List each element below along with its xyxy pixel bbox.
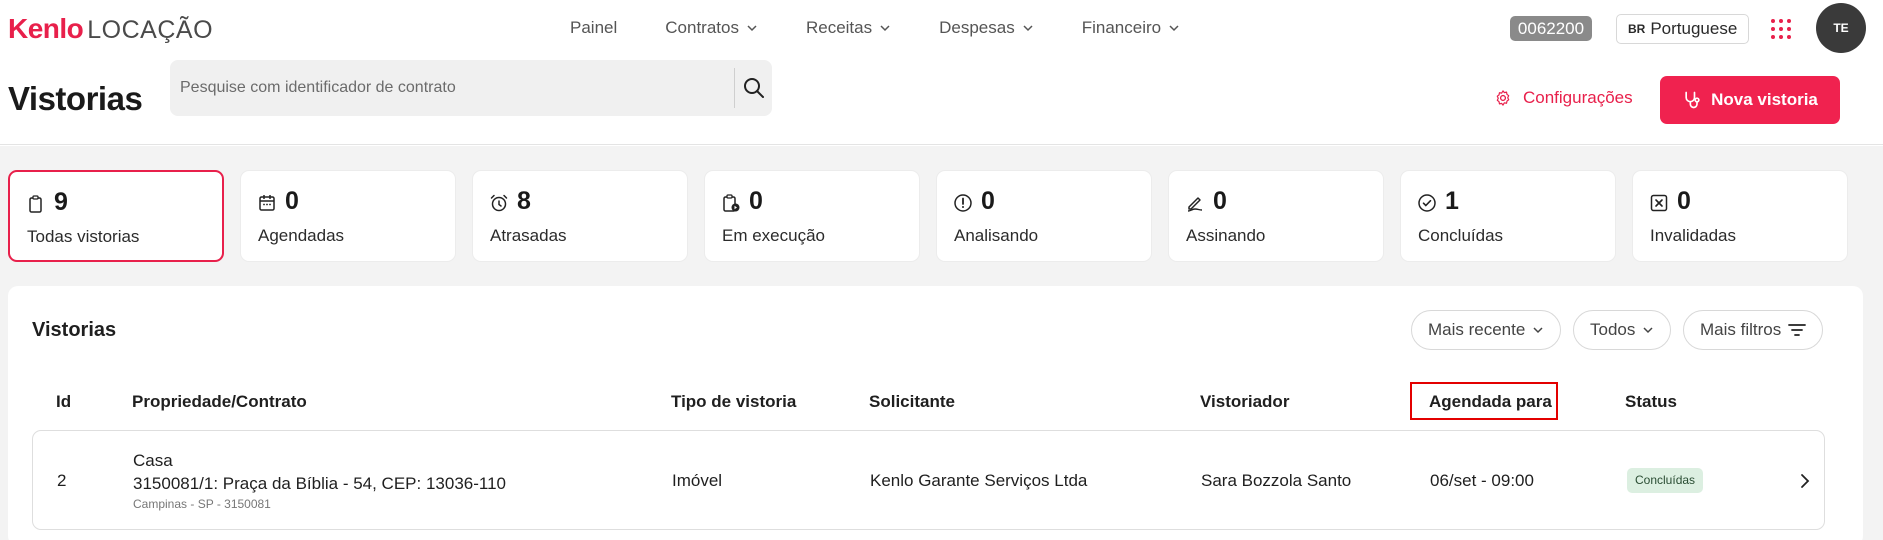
calendar-icon	[259, 195, 275, 211]
stethoscope-icon	[1685, 91, 1700, 109]
stat-count: 9	[54, 188, 68, 216]
row-contract: 3150081/1: Praça da Bíblia - 54, CEP: 13…	[133, 474, 506, 493]
table-row[interactable]: 2 Casa 3150081/1: Praça da Bíblia - 54, …	[32, 430, 1825, 530]
row-requester: Kenlo Garante Serviços Ltda	[870, 471, 1088, 490]
stat-card-todas[interactable]: 9 Todas vistorias	[8, 170, 224, 262]
stat-count: 1	[1445, 187, 1459, 215]
column-header-requester[interactable]: Solicitante	[869, 392, 955, 412]
column-header-id[interactable]: Id	[56, 392, 71, 412]
new-inspection-label: Nova vistoria	[1711, 90, 1818, 109]
nav-item-label: Receitas	[805, 18, 873, 37]
signature-pen-icon	[1187, 197, 1203, 212]
nav-item-financeiro[interactable]: Financeiro	[1082, 18, 1180, 38]
more-filters-button[interactable]: Mais filtros	[1683, 310, 1824, 350]
stat-label: Agendadas	[258, 226, 345, 245]
chevron-down-icon	[1533, 327, 1543, 334]
stat-count: 0	[1677, 187, 1691, 215]
row-id: 2	[57, 471, 67, 490]
stat-label: Analisando	[954, 226, 1039, 245]
kenlo-logo[interactable]: Kenlo LOCAÇÃO	[8, 13, 213, 45]
alarm-clock-icon	[490, 194, 508, 212]
stat-card-assinando[interactable]: 0 Assinando	[1168, 170, 1384, 262]
x-square-icon	[1650, 194, 1668, 212]
stat-label: Atrasadas	[490, 226, 567, 245]
avatar[interactable]: TE	[1816, 3, 1866, 53]
stat-card-em-execucao[interactable]: 0 Em execução	[704, 170, 920, 262]
chevron-down-icon	[747, 25, 757, 32]
nav-item-label: Financeiro	[1081, 18, 1162, 37]
stat-count: 0	[1213, 187, 1227, 215]
language-label: Portuguese	[1650, 19, 1738, 38]
chevron-down-icon	[1169, 25, 1179, 32]
stat-card-concluidas[interactable]: 1 Concluídas	[1400, 170, 1616, 262]
logo-product: LOCAÇÃO	[87, 16, 214, 44]
search-input[interactable]	[180, 60, 740, 116]
search-divider	[734, 68, 735, 108]
logo-brand: Kenlo	[8, 13, 84, 44]
row-property-type: Casa	[133, 451, 173, 470]
main-content: 9 Todas vistorias 0 Agendadas 8 Atrasada…	[0, 146, 1883, 540]
clipboard-icon	[29, 195, 42, 213]
stat-count: 0	[749, 187, 763, 215]
nav-item-painel[interactable]: Painel	[570, 18, 617, 38]
stat-card-invalidadas[interactable]: 0 Invalidadas	[1632, 170, 1848, 262]
account-id-badge: 0062200	[1510, 16, 1592, 41]
flag-icon: BR	[1628, 22, 1646, 36]
more-filters-label: Mais filtros	[1700, 320, 1782, 339]
chevron-down-icon	[1023, 25, 1033, 32]
column-header-property[interactable]: Propriedade/Contrato	[132, 392, 307, 412]
stat-label: Invalidadas	[1650, 226, 1737, 245]
gear-icon	[1496, 90, 1510, 106]
stat-card-atrasadas[interactable]: 8 Atrasadas	[472, 170, 688, 262]
nav-item-label: Contratos	[665, 18, 739, 37]
stat-card-analisando[interactable]: 0 Analisando	[936, 170, 1152, 262]
nav-item-label: Painel	[570, 18, 618, 37]
stat-label: Em execução	[722, 226, 825, 245]
stat-count: 0	[285, 187, 299, 215]
search-icon[interactable]	[742, 76, 766, 100]
chevron-right-icon[interactable]	[1795, 471, 1815, 491]
nav-item-label: Despesas	[939, 18, 1015, 37]
search-bar	[170, 60, 772, 116]
stat-label: Assinando	[1186, 226, 1266, 245]
nav-item-receitas[interactable]: Receitas	[806, 18, 891, 38]
settings-label: Configurações	[1523, 88, 1633, 107]
sort-dropdown[interactable]: Mais recente	[1411, 310, 1562, 350]
row-scheduled-for: 06/set - 09:00	[1430, 471, 1534, 490]
chevron-down-icon	[880, 25, 890, 32]
scope-dropdown[interactable]: Todos	[1573, 310, 1672, 350]
scope-label: Todos	[1590, 320, 1636, 339]
main-nav: Painel Contratos Receitas Despesas Finan…	[570, 18, 1228, 38]
column-header-inspector[interactable]: Vistoriador	[1200, 392, 1289, 412]
nav-item-contratos[interactable]: Contratos	[665, 18, 758, 38]
panel-title: Vistorias	[32, 319, 117, 341]
row-inspector: Sara Bozzola Santo	[1201, 471, 1352, 490]
check-circle-icon	[1418, 194, 1436, 212]
row-inspection-type: Imóvel	[672, 471, 723, 490]
page-title: Vistorias	[8, 80, 143, 117]
stat-label: Concluídas	[1418, 226, 1504, 245]
filter-icon	[1788, 324, 1807, 336]
inspections-panel: Vistorias Mais recente Todos Mais filtro…	[8, 286, 1863, 540]
apps-grid-icon[interactable]	[1771, 19, 1791, 39]
stat-count: 0	[981, 187, 995, 215]
nav-item-despesas[interactable]: Despesas	[939, 18, 1034, 38]
scheduled-header-highlight	[1410, 382, 1558, 420]
stat-card-agendadas[interactable]: 0 Agendadas	[240, 170, 456, 262]
column-header-type[interactable]: Tipo de vistoria	[671, 392, 796, 412]
stat-count: 8	[517, 187, 531, 215]
alert-circle-icon	[954, 194, 972, 212]
settings-link[interactable]: Configurações	[1494, 88, 1633, 108]
stat-label: Todas vistorias	[27, 227, 140, 246]
language-selector[interactable]: BR Portuguese	[1616, 14, 1750, 44]
top-header: Kenlo LOCAÇÃO Painel Contratos Receitas …	[0, 0, 1883, 145]
clipboard-play-icon	[723, 194, 740, 212]
sort-label: Mais recente	[1428, 320, 1526, 339]
status-badge: Concluídas	[1627, 468, 1704, 493]
row-location: Campinas - SP - 3150081	[133, 497, 271, 511]
chevron-down-icon	[1643, 327, 1653, 334]
new-inspection-button[interactable]: Nova vistoria	[1660, 76, 1840, 124]
column-header-status[interactable]: Status	[1625, 392, 1677, 412]
